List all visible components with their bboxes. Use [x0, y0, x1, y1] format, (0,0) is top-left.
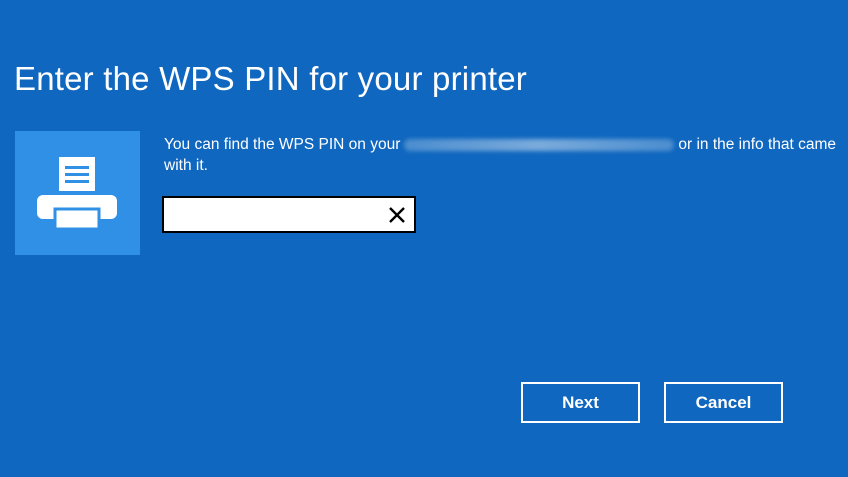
redacted-printer-name [404, 138, 675, 151]
pin-input[interactable] [168, 202, 382, 229]
clear-button[interactable] [386, 204, 408, 226]
next-button-label: Next [562, 392, 599, 412]
pin-field[interactable] [162, 196, 416, 233]
printer-icon [37, 157, 117, 231]
cancel-button[interactable]: Cancel [664, 382, 783, 423]
close-icon [389, 207, 405, 223]
printer-tile [15, 131, 140, 255]
description: You can find the WPS PIN on your or in th… [164, 134, 839, 176]
page-title: Enter the WPS PIN for your printer [14, 60, 527, 97]
description-text-start: You can find the WPS PIN on your [164, 136, 401, 153]
next-button[interactable]: Next [521, 382, 640, 423]
cancel-button-label: Cancel [695, 392, 752, 412]
